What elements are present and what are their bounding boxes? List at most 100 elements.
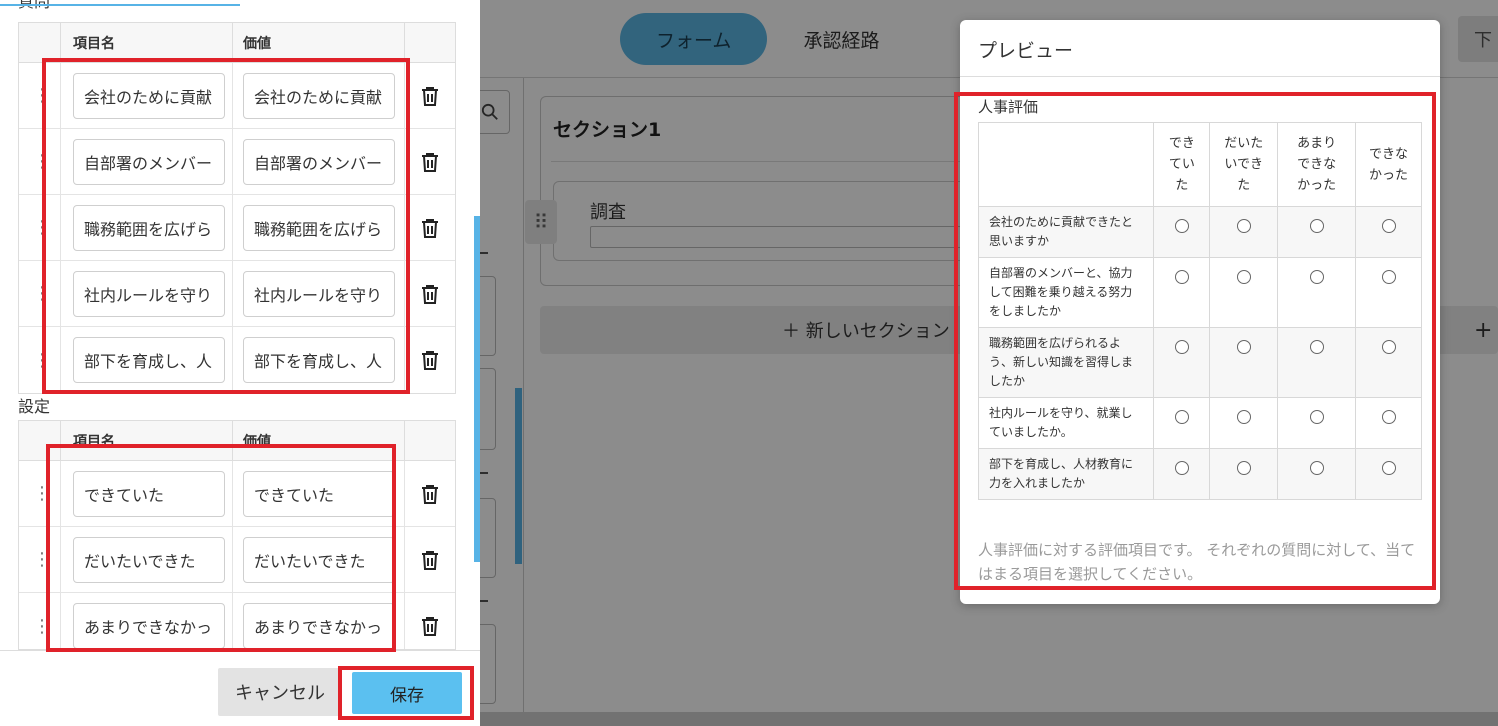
matrix-cell bbox=[1209, 327, 1279, 398]
drag-handle-icon[interactable]: ⋮ bbox=[19, 593, 61, 649]
survey-title: 人事評価 bbox=[978, 98, 1039, 116]
radio-button[interactable] bbox=[1309, 461, 1324, 475]
value-cell: あまりできなかっ bbox=[233, 593, 405, 649]
delete-button[interactable] bbox=[405, 550, 455, 570]
preview-divider bbox=[960, 76, 1440, 77]
header-name: 項目名 bbox=[61, 23, 233, 62]
trash-icon bbox=[422, 351, 438, 370]
name-input[interactable]: できていた bbox=[73, 470, 225, 517]
name-input[interactable]: 会社のために貢献 bbox=[73, 72, 225, 119]
matrix-cell bbox=[1277, 327, 1357, 398]
radio-button[interactable] bbox=[1174, 410, 1189, 424]
settings-grid: 項目名 価値 ⋮ できていた できていた ⋮ だいたいできた だいたいできた ⋮ あまりできな… bbox=[18, 420, 456, 650]
matrix-header-row: できていた だいたいできた あまりできなかった できなかった bbox=[977, 122, 1422, 207]
delete-button[interactable] bbox=[405, 86, 455, 106]
radio-button[interactable] bbox=[1174, 461, 1189, 475]
name-input[interactable]: 職務範囲を広げら bbox=[73, 204, 225, 251]
name-input[interactable]: 自部署のメンバー bbox=[73, 138, 225, 185]
value-input[interactable]: 会社のために貢献 bbox=[243, 72, 395, 119]
value-input[interactable]: 社内ルールを守り bbox=[243, 270, 395, 317]
matrix-question: 部下を育成し、人材教育に力を入れましたか bbox=[977, 448, 1155, 500]
name-cell: 部下を育成し、人 bbox=[61, 327, 233, 393]
name-cell: 会社のために貢献 bbox=[61, 63, 233, 128]
name-input[interactable]: あまりできなかっ bbox=[73, 603, 225, 649]
radio-button[interactable] bbox=[1309, 219, 1324, 233]
name-cell: できていた bbox=[61, 461, 233, 526]
matrix-cell bbox=[1209, 206, 1279, 258]
matrix-question: 社内ルールを守り、就業していましたか。 bbox=[977, 397, 1155, 449]
matrix-question: 会社のために貢献できたと思いますか bbox=[977, 206, 1155, 258]
value-input[interactable]: だいたいできた bbox=[243, 536, 395, 583]
value-input[interactable]: できていた bbox=[243, 470, 395, 517]
radio-button[interactable] bbox=[1236, 410, 1251, 424]
radio-button[interactable] bbox=[1174, 270, 1189, 284]
delete-button[interactable] bbox=[405, 218, 455, 238]
matrix-row: 職務範囲を広げられるよう、新しい知識を習得しましたか bbox=[977, 327, 1422, 398]
questions-row: ⋮ 会社のために貢献 会社のために貢献 bbox=[19, 63, 455, 129]
value-input[interactable]: あまりできなかっ bbox=[243, 603, 395, 649]
radio-button[interactable] bbox=[1309, 340, 1324, 354]
drag-handle-icon[interactable]: ⋮ bbox=[19, 261, 61, 326]
delete-button[interactable] bbox=[405, 616, 455, 636]
radio-button[interactable] bbox=[1381, 340, 1396, 354]
cancel-button[interactable]: キャンセル bbox=[218, 668, 342, 716]
name-input[interactable]: 社内ルールを守り bbox=[73, 270, 225, 317]
value-input[interactable]: 部下を育成し、人 bbox=[243, 337, 395, 383]
edit-panel: 質問 項目名 価値 ⋮ 会社のために貢献会社のために貢献 ⋮ 自部署のメンバー自部署の… bbox=[0, 0, 480, 726]
radio-button[interactable] bbox=[1236, 219, 1251, 233]
matrix-cell bbox=[1277, 257, 1357, 328]
header-drag-col bbox=[19, 23, 61, 62]
drag-handle-icon[interactable]: ⋮ bbox=[19, 195, 61, 260]
radio-button[interactable] bbox=[1236, 270, 1251, 284]
delete-button[interactable] bbox=[405, 484, 455, 504]
matrix-cell bbox=[1355, 206, 1422, 258]
header-name: 項目名 bbox=[61, 421, 233, 460]
radio-button[interactable] bbox=[1381, 461, 1396, 475]
drag-handle-icon[interactable]: ⋮ bbox=[19, 327, 61, 393]
matrix-question: 自部署のメンバーと、協力して困難を乗り越える努力をしましたか bbox=[977, 257, 1155, 328]
matrix-column-header: あまりできなかった bbox=[1277, 122, 1357, 207]
name-input[interactable]: だいたいできた bbox=[73, 536, 225, 583]
trash-icon bbox=[422, 284, 438, 304]
drag-handle-icon[interactable]: ⋮ bbox=[19, 129, 61, 194]
drag-handle-icon[interactable]: ⋮ bbox=[19, 461, 61, 526]
save-button[interactable]: 保存 bbox=[352, 672, 462, 714]
radio-button[interactable] bbox=[1381, 270, 1396, 284]
matrix-row: 自部署のメンバーと、協力して困難を乗り越える努力をしましたか bbox=[977, 257, 1422, 328]
panel-scrollbar[interactable] bbox=[474, 216, 480, 562]
drag-handle-icon[interactable]: ⋮ bbox=[19, 63, 61, 128]
panel-top-accent bbox=[0, 4, 240, 6]
matrix-cell bbox=[1153, 257, 1211, 328]
delete-button[interactable] bbox=[405, 284, 455, 304]
questions-row: ⋮ 職務範囲を広げら 職務範囲を広げら bbox=[19, 195, 455, 261]
matrix-cell bbox=[1277, 397, 1357, 449]
matrix-cell bbox=[1209, 448, 1279, 500]
radio-button[interactable] bbox=[1174, 219, 1189, 233]
header-drag-col bbox=[19, 421, 61, 460]
radio-button[interactable] bbox=[1236, 461, 1251, 475]
radio-button[interactable] bbox=[1381, 410, 1396, 424]
name-input[interactable]: 部下を育成し、人 bbox=[73, 337, 225, 383]
matrix-column-header: だいたいできた bbox=[1209, 122, 1279, 207]
delete-button[interactable] bbox=[405, 152, 455, 172]
footer-divider bbox=[0, 650, 480, 651]
radio-button[interactable] bbox=[1174, 340, 1189, 354]
questions-grid-header: 項目名 価値 bbox=[19, 23, 455, 63]
drag-handle-icon[interactable]: ⋮ bbox=[19, 527, 61, 592]
delete-button[interactable] bbox=[405, 350, 455, 370]
trash-icon bbox=[422, 152, 438, 172]
radio-button[interactable] bbox=[1309, 270, 1324, 284]
matrix-cell bbox=[1153, 206, 1211, 258]
matrix-row: 会社のために貢献できたと思いますか bbox=[977, 206, 1422, 258]
settings-label: 設定 bbox=[18, 397, 51, 416]
questions-row: ⋮ 自部署のメンバー 自部署のメンバー bbox=[19, 129, 455, 195]
radio-button[interactable] bbox=[1309, 410, 1324, 424]
radio-button[interactable] bbox=[1381, 219, 1396, 233]
questions-grid: 項目名 価値 ⋮ 会社のために貢献 会社のために貢献 ⋮ 自部署のメンバー 自部署のメンバ… bbox=[18, 22, 456, 394]
value-input[interactable]: 自部署のメンバー bbox=[243, 138, 395, 185]
value-input[interactable]: 職務範囲を広げら bbox=[243, 204, 395, 251]
survey-description: 人事評価に対する評価項目です。 それぞれの質問に対して、当てはまる項目を選択して… bbox=[978, 541, 1416, 583]
name-cell: だいたいできた bbox=[61, 527, 233, 592]
matrix-cell bbox=[1153, 397, 1211, 449]
radio-button[interactable] bbox=[1236, 340, 1251, 354]
